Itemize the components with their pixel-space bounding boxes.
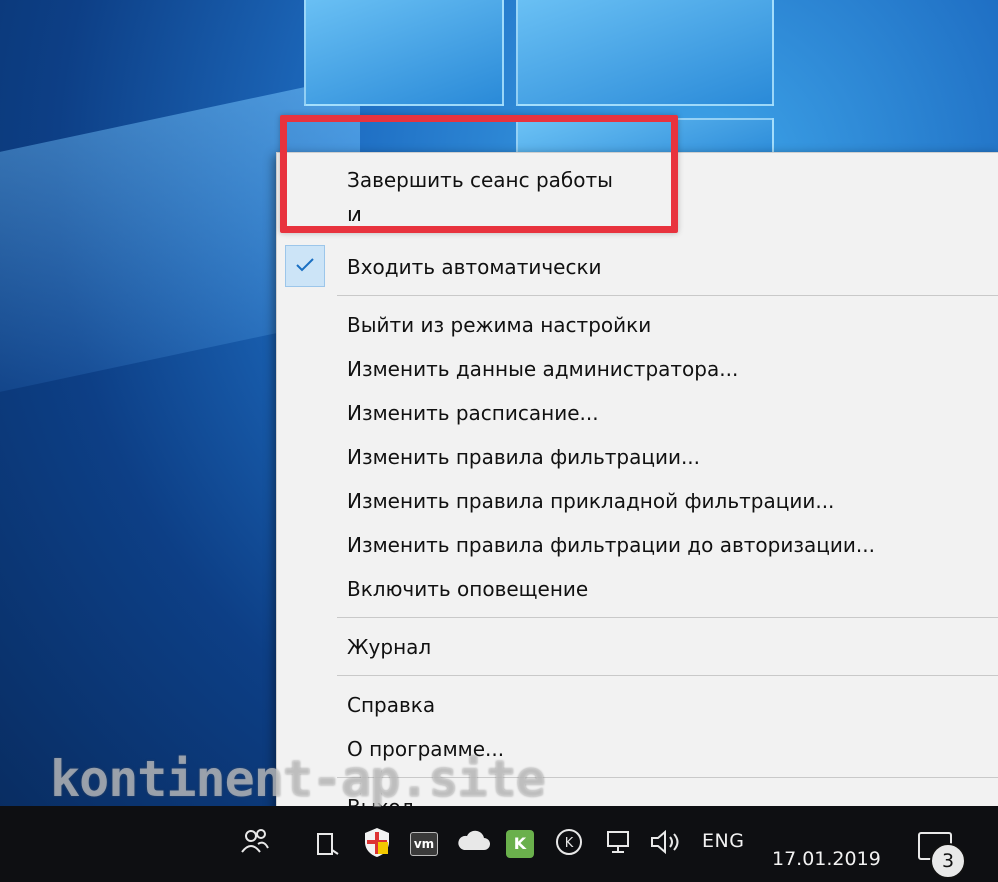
tray-context-menu: Завершить сеанс работы И Входить автомат… [276,152,998,834]
menu-item-help[interactable]: Справка [347,690,435,720]
antivirus-icon[interactable] [314,828,342,866]
taskbar [0,806,998,882]
red-highlight-frame [280,115,678,233]
taskbar-date[interactable]: 17.01.2019 [772,848,881,870]
people-icon[interactable] [240,826,270,864]
menu-item-auto-login[interactable]: Входить автоматически [347,252,602,282]
wallpaper-window-pane [516,0,774,106]
menu-separator [337,675,998,676]
menu-item-edit-filter-rules[interactable]: Изменить правила фильтрации... [347,442,700,472]
network-icon[interactable] [604,828,634,864]
check-mark-box [285,245,325,287]
cloud-icon[interactable] [456,826,490,864]
wallpaper-window-pane [304,0,504,106]
kaspersky-icon[interactable]: K [506,830,534,858]
menu-item-log[interactable]: Журнал [347,632,431,662]
security-shield-icon[interactable] [362,826,392,866]
menu-separator [337,295,998,296]
notification-count-badge: 3 [930,843,966,879]
menu-item-edit-admin-data[interactable]: Изменить данные администратора... [347,354,738,384]
svg-text:K: K [565,836,574,851]
menu-item-edit-app-filter-rules[interactable]: Изменить правила прикладной фильтрации..… [347,486,834,516]
menu-item-enable-notifications[interactable]: Включить оповещение [347,574,588,604]
k-icon[interactable]: K [555,828,583,864]
menu-item-edit-schedule[interactable]: Изменить расписание... [347,398,599,428]
menu-separator [337,617,998,618]
language-indicator[interactable]: ENG [702,830,744,852]
volume-icon[interactable] [648,828,686,864]
menu-item-exit-settings-mode[interactable]: Выйти из режима настройки [347,310,651,340]
check-icon [296,258,314,272]
vm-icon[interactable]: vm [410,832,438,856]
watermark-text: kontinent-ap.site [50,750,546,808]
menu-item-edit-preauth-filter-rules[interactable]: Изменить правила фильтрации до авторизац… [347,530,875,560]
